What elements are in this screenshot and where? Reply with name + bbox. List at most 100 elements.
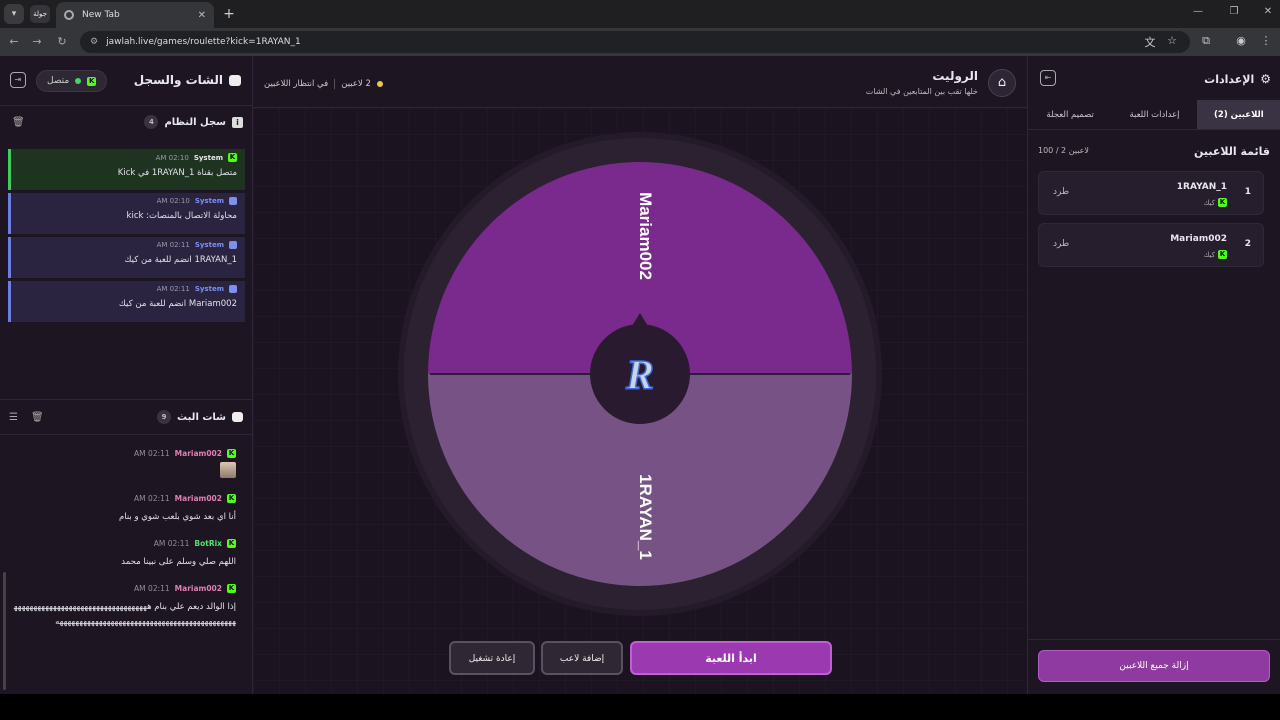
player-card: 2 Mariam002 K كيك طرد	[1038, 223, 1264, 267]
chat-message: K BotRix 02:11 AM اللهم صلي وسلم على نبينا…	[11, 539, 236, 570]
kick-player-button[interactable]: طرد	[1053, 187, 1069, 197]
system-message-author: System	[193, 153, 223, 162]
system-message: K System 02:10 AM متصل بقناة 1RAYAN_1 في K…	[8, 149, 245, 190]
roulette-wheel[interactable]: Mariam002 1RAYAN_1 R	[397, 131, 883, 617]
forward-icon[interactable]: →	[28, 33, 46, 51]
translate-icon[interactable]: 文	[1142, 34, 1158, 50]
chat-bubble-icon	[232, 412, 243, 422]
chat-icon	[229, 285, 237, 293]
players-list-title: قائمة اللاعبين	[1194, 145, 1270, 158]
chat-author: Mariam002	[174, 449, 222, 458]
site-info-icon[interactable]: ⚙	[90, 37, 98, 47]
chat-author: Mariam002	[174, 584, 222, 593]
settings-panel: ⚙ الإعدادات ⇤ اللاعبين (2) إعدادات اللعب…	[1027, 56, 1280, 694]
chat-icon	[229, 197, 237, 205]
chat-author: BotRix	[194, 539, 222, 548]
kick-icon: K	[227, 539, 236, 548]
chat-message: K Mariam002 02:11 AM إذا الوالد ديعم علي ب…	[11, 584, 236, 630]
bottom-bar	[0, 694, 1280, 720]
reload-icon[interactable]: ↻	[53, 33, 71, 51]
settings-divider	[1028, 639, 1280, 640]
url-text: jawlah.live/games/roulette?kick=1RAYAN_1	[106, 37, 301, 47]
address-bar[interactable]: ⚙ jawlah.live/games/roulette?kick=1RAYAN…	[80, 31, 1190, 53]
settings-title: ⚙ الإعدادات	[1204, 72, 1271, 86]
player-number: 2	[1244, 239, 1251, 249]
chat-author: Mariam002	[174, 494, 222, 503]
chat-time: 02:11 AM	[134, 494, 170, 503]
wheel-logo: R	[625, 353, 654, 399]
start-game-button[interactable]: ابدأ اللعبة	[630, 641, 832, 675]
system-message-author: System	[194, 241, 224, 249]
clear-chat-trash-icon[interactable]: 🗑	[31, 412, 44, 423]
window-close-icon[interactable]: ✕	[1248, 6, 1280, 17]
pinned-tab[interactable]: جولة	[30, 5, 50, 23]
player-name: 1RAYAN_1	[1176, 182, 1227, 192]
system-message-text: متصل بقناة 1RAYAN_1 في Kick	[117, 168, 237, 178]
chat-time: 02:11 AM	[153, 539, 190, 548]
new-tab-button[interactable]: +	[219, 4, 239, 24]
collapse-settings-icon[interactable]: ⇤	[1040, 70, 1056, 86]
game-title: الروليت	[932, 69, 978, 83]
restart-button[interactable]: إعادة تشغيل	[449, 641, 535, 675]
chat-time: 02:11 AM	[134, 449, 170, 458]
waiting-status-text: في انتظار اللاعبين	[264, 79, 329, 89]
info-icon: i	[232, 116, 243, 128]
system-message-text: 1RAYAN_1 انضم للعبة من كيك	[124, 255, 238, 265]
add-player-button[interactable]: إضافة لاعب	[541, 641, 623, 675]
system-message-author: System	[194, 197, 224, 205]
home-icon[interactable]: ⌂	[988, 69, 1016, 97]
wheel-label-bottom: 1RAYAN_1	[636, 474, 655, 560]
gear-icon: ⚙	[1260, 72, 1271, 86]
players-status-text: 2 لاعبين	[341, 79, 371, 89]
player-platform: K كيك	[1204, 198, 1227, 207]
active-tab[interactable]: New Tab ✕	[56, 2, 214, 28]
chrome-icon	[64, 10, 74, 20]
system-message-time: 02:10 AM	[155, 153, 189, 162]
system-message-text: محاولة الاتصال بالمنصات: kick	[126, 211, 237, 221]
collapse-panel-icon[interactable]: ⇥	[10, 72, 26, 88]
kick-icon: K	[1218, 198, 1227, 207]
player-number: 1	[1244, 187, 1251, 197]
extensions-icon[interactable]: ⧉	[1198, 34, 1214, 48]
system-message-time: 02:11 AM	[156, 241, 190, 249]
kick-icon: K	[1218, 250, 1227, 259]
profile-icon[interactable]: ◉	[1233, 34, 1249, 47]
game-header: ⌂ الروليت خلها تقب بين المتابعين في الشا…	[253, 56, 1027, 108]
close-tab-icon[interactable]: ✕	[198, 10, 206, 21]
wheel-label-top: Mariam002	[636, 192, 655, 280]
settings-title-text: الإعدادات	[1204, 72, 1255, 86]
online-dot	[75, 78, 82, 84]
tab-search-button[interactable]: ▾	[4, 4, 24, 24]
tab-game-settings[interactable]: إعدادات اللعبة	[1112, 100, 1196, 129]
clear-log-trash-icon[interactable]: 🗑	[12, 117, 25, 128]
tab-players[interactable]: اللاعبين (2)	[1196, 100, 1280, 129]
chat-scrollbar[interactable]	[3, 572, 6, 690]
remove-all-players-button[interactable]: إزالة جميع اللاعبين	[1038, 650, 1270, 682]
player-platform: K كيك	[1204, 250, 1227, 259]
system-message: System 02:11 AM 1RAYAN_1 انضم للعبة من كي…	[8, 237, 245, 278]
bookmark-star-icon[interactable]: ☆	[1164, 34, 1180, 47]
kick-player-button[interactable]: طرد	[1053, 239, 1069, 249]
live-chat-title: شات البث 9	[157, 410, 243, 424]
chat-panel-header: الشات والسجل K متصل ⇥	[0, 56, 253, 106]
align-icon[interactable]: ☰	[9, 412, 18, 423]
connection-status-text: متصل	[47, 76, 70, 86]
tab-title: New Tab	[82, 10, 120, 20]
browser-toolbar: ← → ↻ ⚙ jawlah.live/games/roulette?kick=…	[0, 28, 1280, 56]
menu-icon[interactable]: ⋮	[1258, 34, 1274, 47]
player-card: 1 1RAYAN_1 K كيك طرد	[1038, 171, 1264, 215]
tab-wheel-design[interactable]: تصميم العجلة	[1028, 100, 1112, 129]
system-log-header: i سجل النظام 4 🗑	[0, 107, 253, 137]
player-platform-text: كيك	[1203, 198, 1215, 207]
system-message-time: 02:10 AM	[156, 197, 190, 205]
kick-icon: K	[227, 449, 236, 458]
back-icon[interactable]: ←	[5, 33, 23, 51]
game-area: ⌂ الروليت خلها تقب بين المتابعين في الشا…	[253, 56, 1027, 694]
browser-tabstrip: ▾ جولة New Tab ✕ + — ❐ ✕	[0, 0, 1280, 28]
minimize-icon[interactable]: —	[1178, 6, 1218, 17]
emote-image	[220, 462, 236, 478]
game-status: 2 لاعبين في انتظار اللاعبين	[264, 79, 383, 89]
settings-tabs: اللاعبين (2) إعدادات اللعبة تصميم العجلة	[1028, 100, 1280, 130]
chat-panel: الشات والسجل K متصل ⇥ i سجل النظام 4 🗑 K…	[0, 56, 253, 694]
system-message-time: 02:11 AM	[156, 285, 190, 293]
